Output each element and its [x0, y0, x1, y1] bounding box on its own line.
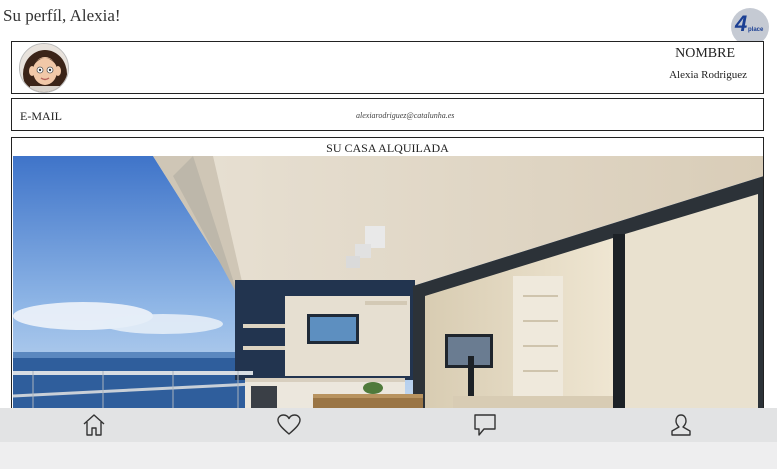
messages-button[interactable]: [470, 410, 500, 440]
profile-icon: [671, 414, 691, 436]
chat-bubble-icon: [474, 414, 496, 436]
home-icon: [83, 414, 105, 436]
name-value: Alexia Rodriguez: [669, 69, 747, 81]
logo-number: 4: [735, 11, 748, 36]
email-value[interactable]: alexiarodriguez@catalunha.es: [356, 111, 454, 120]
email-card: E-MAIL alexiarodriguez@catalunha.es: [11, 98, 764, 131]
home-button[interactable]: [79, 410, 109, 440]
name-label: NOMBRE: [675, 46, 735, 61]
bottom-strip: [0, 442, 777, 469]
profile-button[interactable]: [666, 410, 696, 440]
profile-card: NOMBRE Alexia Rodriguez: [11, 41, 764, 94]
logo-word: place: [748, 27, 764, 33]
email-label: E-MAIL: [20, 109, 62, 123]
rented-house-card: SU CASA ALQUILADA: [11, 137, 764, 427]
favorites-button[interactable]: [274, 410, 304, 440]
page-greeting: Su perfíl, Alexia!: [3, 6, 121, 25]
heart-icon: [277, 414, 301, 435]
house-title: SU CASA ALQUILADA: [326, 141, 449, 155]
avatar[interactable]: [19, 43, 69, 93]
bottom-navigation-bar: [0, 408, 777, 442]
house-photo[interactable]: [13, 156, 764, 427]
